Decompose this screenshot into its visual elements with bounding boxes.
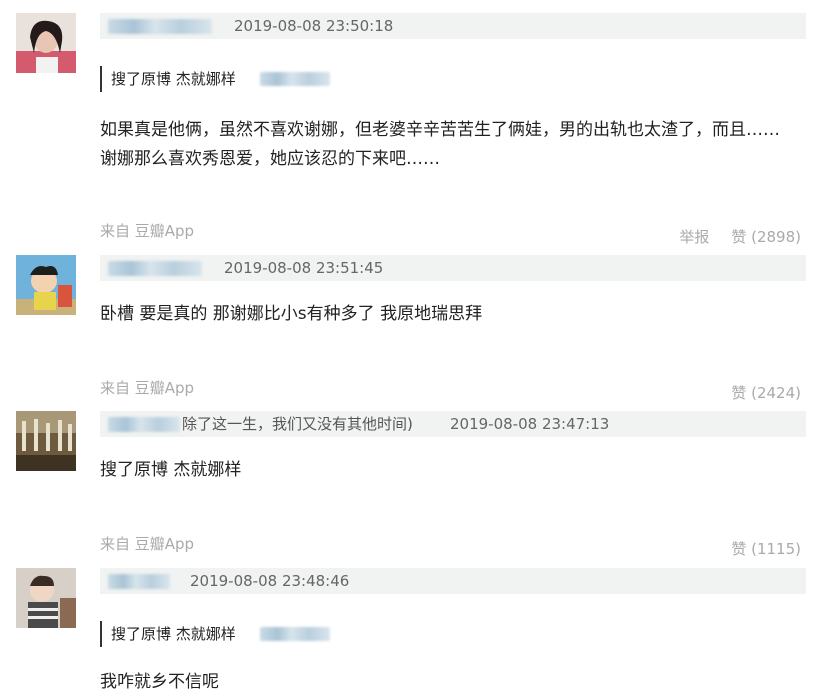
blurred-username[interactable] (108, 574, 170, 589)
user-avatar[interactable] (16, 411, 76, 471)
comment-time: 2019-08-08 23:48:46 (190, 572, 350, 590)
comment-source: 来自 豆瓣App (100, 535, 195, 553)
content-line: 搜了原博 杰就娜样 (100, 460, 242, 480)
comment-source: 来自 豆瓣App (100, 379, 195, 397)
comment-time: 2019-08-08 23:50:18 (234, 17, 394, 35)
content-line: 如果真是他俩，虽然不喜欢谢娜，但老婆辛辛苦苦生了俩娃，男的出轨也太渣了，而且…… (100, 120, 780, 140)
comment-meta-bar: 2019-08-08 23:51:45 (100, 255, 806, 281)
blurred-username[interactable] (108, 417, 180, 432)
comment-content: 搜了原博 杰就娜样 (100, 456, 241, 485)
quoted-reply: 搜了原博 杰就娜样 (100, 621, 330, 647)
comment-time: 2019-08-08 23:47:13 (450, 415, 610, 433)
content-line: 谢娜那么喜欢秀恩爱，她应该忍的下来吧…… (100, 149, 440, 169)
like-button[interactable]: 赞 (2424) (731, 384, 801, 402)
comment-source: 来自 豆瓣App (100, 222, 195, 240)
like-button[interactable]: 赞 (1115) (731, 540, 801, 558)
content-line: 卧槽 要是真的 那谢娜比小s有种多了 我原地瑞思拜 (100, 304, 483, 324)
blurred-username[interactable] (108, 261, 202, 276)
username-suffix: 除了这一生，我们又没有其他时间) (182, 415, 413, 433)
comment-content: 卧槽 要是真的 那谢娜比小s有种多了 我原地瑞思拜 (100, 300, 482, 329)
comment-meta-bar: 除了这一生，我们又没有其他时间) 2019-08-08 23:47:13 (100, 411, 806, 437)
blurred-quoted-username[interactable] (260, 627, 330, 641)
blurred-username[interactable] (108, 19, 212, 34)
content-line: 我咋就乡不信呢 (100, 672, 219, 692)
comment-time: 2019-08-08 23:51:45 (224, 259, 384, 277)
report-link[interactable]: 举报 (679, 228, 709, 246)
comment-meta-bar: 2019-08-08 23:50:18 (100, 13, 806, 39)
user-avatar[interactable] (16, 568, 76, 628)
comment-actions: 举报 赞 (2898) (679, 226, 801, 247)
like-button[interactable]: 赞 (2898) (731, 228, 801, 246)
comment-actions: 赞 (2424) (731, 382, 801, 403)
quoted-reply: 搜了原博 杰就娜样 (100, 66, 330, 92)
blurred-quoted-username[interactable] (260, 72, 330, 86)
comment-1: 2019-08-08 23:50:18 搜了原博 杰就娜样 如果真是他俩，虽然不… (0, 0, 816, 250)
comment-meta-bar: 2019-08-08 23:48:46 (100, 568, 806, 594)
comment-actions: 赞 (1115) (731, 538, 801, 559)
comment-content: 我咋就乡不信呢 (100, 668, 219, 697)
comment-content: 如果真是他俩，虽然不喜欢谢娜，但老婆辛辛苦苦生了俩娃，男的出轨也太渣了，而且……… (100, 116, 780, 174)
user-avatar[interactable] (16, 255, 76, 315)
quoted-text: 搜了原博 杰就娜样 (111, 70, 236, 88)
quoted-text: 搜了原博 杰就娜样 (111, 625, 236, 643)
user-avatar[interactable] (16, 13, 76, 73)
